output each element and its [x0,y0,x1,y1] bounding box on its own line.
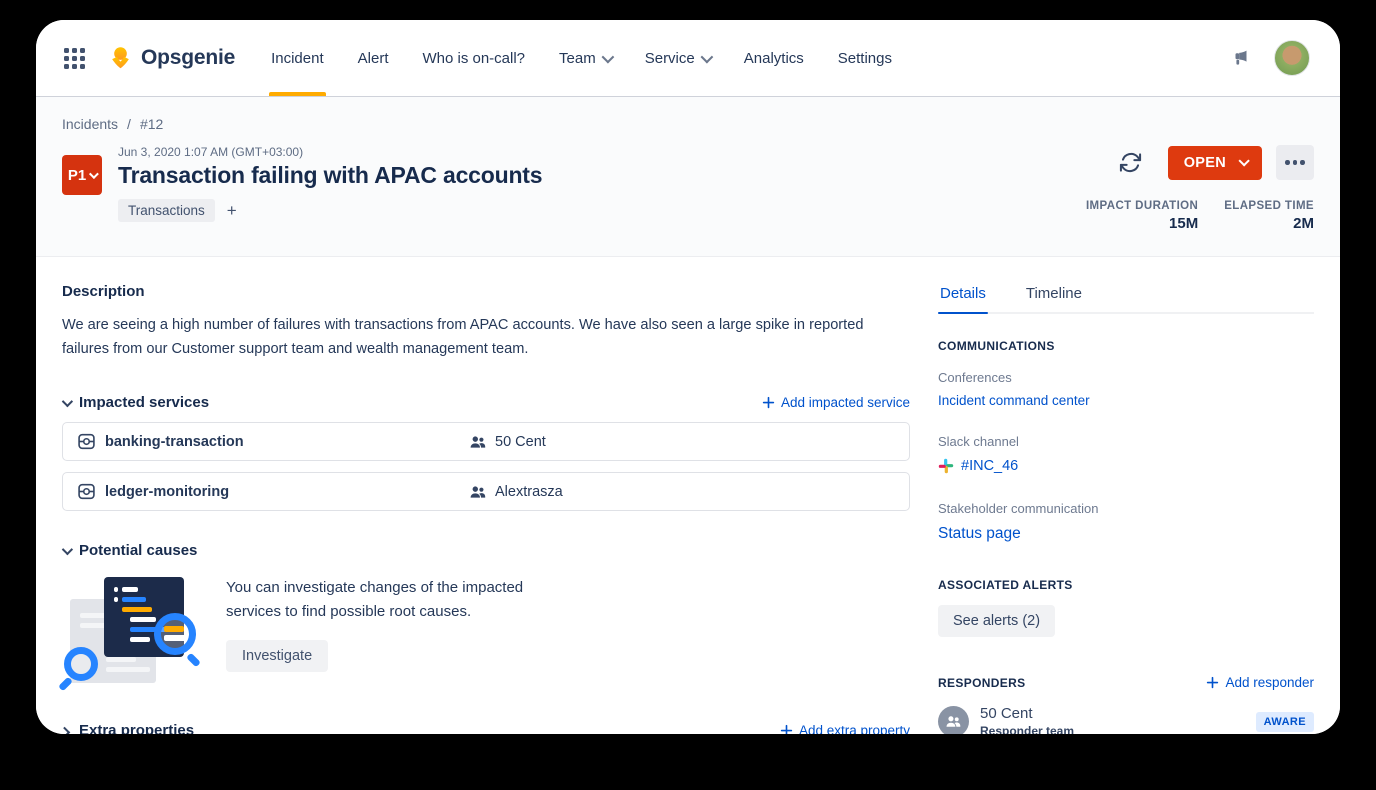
service-icon [77,482,96,501]
chevron-right-icon [58,726,71,734]
impacted-service-row[interactable]: ledger-monitoring Alextrasza [62,472,910,511]
potential-causes-heading: Potential causes [79,542,198,559]
chevron-down-icon [601,50,614,63]
nav-item-service[interactable]: Service [645,20,714,96]
announcements-icon[interactable] [1230,47,1252,69]
add-impacted-service-link[interactable]: Add impacted service [762,395,910,410]
incident-header: Incidents / #12 P1 Jun 3, 2020 1:07 AM (… [36,96,1340,257]
nav-item-analytics[interactable]: Analytics [744,20,804,96]
extra-properties-toggle[interactable]: Extra properties [58,722,195,734]
priority-badge[interactable]: P1 [62,155,102,195]
add-tag-button[interactable]: + [227,201,237,221]
plus-icon [1207,676,1219,689]
impacted-service-row[interactable]: banking-transaction 50 Cent [62,422,910,461]
extra-properties-heading: Extra properties [79,722,195,734]
team-icon [469,483,487,501]
tag-transactions[interactable]: Transactions [118,199,215,222]
description-body: We are seeing a high number of failures … [62,317,864,357]
breadcrumb-current: #12 [139,116,164,132]
nav-item-incident[interactable]: Incident [269,20,326,96]
investigate-button[interactable]: Investigate [226,640,329,672]
responder-team-icon [938,706,969,734]
status-page-link[interactable]: Status page [938,525,1314,543]
chevron-down-icon [89,168,100,179]
opsgenie-logo[interactable]: Opsgenie [107,45,235,72]
incident-timestamp: Jun 3, 2020 1:07 AM (GMT+03:00) [118,145,304,159]
conferences-label: Conferences [938,370,1012,385]
chevron-down-icon [700,50,714,63]
potential-causes-body: You can investigate changes of the impac… [226,579,524,620]
breadcrumb-separator: / [127,116,131,132]
top-navigation-bar: Opsgenie Incident Alert Who is on-call? … [36,20,1340,96]
chevron-down-icon [1238,154,1250,167]
add-responder-link[interactable]: Add responder [1206,675,1314,690]
status-open-button[interactable]: OPEN [1167,145,1262,180]
breadcrumb: Incidents / #12 [62,116,1314,132]
service-name: banking-transaction [105,433,244,450]
potential-causes-toggle[interactable]: Potential causes [61,542,198,559]
nav-item-settings[interactable]: Settings [838,20,892,96]
impacted-services-toggle[interactable]: Impacted services [61,394,210,411]
responder-type: Responder team [980,724,1075,734]
impact-duration-metric: IMPACT DURATION 15M [1085,200,1199,232]
magnifier-icon [154,613,196,655]
chevron-down-icon [61,543,74,555]
tab-details[interactable]: Details [938,283,988,314]
impacted-services-heading: Impacted services [79,394,210,411]
nav-item-who-is-on-call[interactable]: Who is on-call? [422,20,525,96]
communications-heading: COMMUNICATIONS [938,339,1055,353]
nav-menu: Incident Alert Who is on-call? Team Serv… [269,20,892,96]
service-icon [77,432,96,451]
description-heading: Description [62,283,145,300]
breadcrumb-incidents-link[interactable]: Incidents [62,116,118,132]
conference-link[interactable]: Incident command center [938,393,1314,408]
slack-icon [938,458,954,474]
opsgenie-pin-icon [107,45,134,72]
user-avatar[interactable] [1274,40,1310,76]
see-alerts-button[interactable]: See alerts (2) [938,605,1056,637]
more-actions-button[interactable] [1276,145,1314,180]
app-window: Opsgenie Incident Alert Who is on-call? … [36,20,1340,734]
slack-channel-label: Slack channel [938,434,1019,449]
details-side-panel: Details Timeline COMMUNICATIONS Conferen… [938,283,1314,734]
service-name: ledger-monitoring [105,483,230,500]
plus-icon [780,724,793,734]
refresh-icon[interactable] [1119,151,1142,174]
incident-title: Transaction failing with APAC accounts [118,162,543,188]
add-extra-property-link[interactable]: Add extra property [780,723,910,734]
elapsed-time-metric: ELAPSED TIME 2M [1224,200,1314,232]
tab-timeline[interactable]: Timeline [1024,283,1084,312]
investigate-illustration [58,571,201,692]
logo-wordmark: Opsgenie [141,46,236,69]
responders-heading: RESPONDERS [938,675,1026,690]
magnifier-icon [64,647,98,681]
status-badge: AWARE [1255,711,1314,732]
service-owner: 50 Cent [495,433,546,450]
nav-item-alert[interactable]: Alert [358,20,389,96]
plus-icon [762,396,775,409]
slack-channel-link[interactable]: #INC_46 [961,458,1018,474]
nav-item-team[interactable]: Team [559,20,614,96]
stakeholder-label: Stakeholder communication [938,501,1099,516]
incident-detail-main: Description We are seeing a high number … [58,283,910,734]
responder-row[interactable]: 50 Cent Responder team AWARE [938,705,1314,734]
associated-alerts-heading: ASSOCIATED ALERTS [938,578,1073,592]
team-icon [469,433,487,451]
responder-name: 50 Cent [980,705,1033,722]
chevron-down-icon [61,395,74,407]
service-owner: Alextrasza [495,483,563,500]
details-tabs: Details Timeline [938,283,1314,314]
app-switcher-icon[interactable] [64,47,85,69]
